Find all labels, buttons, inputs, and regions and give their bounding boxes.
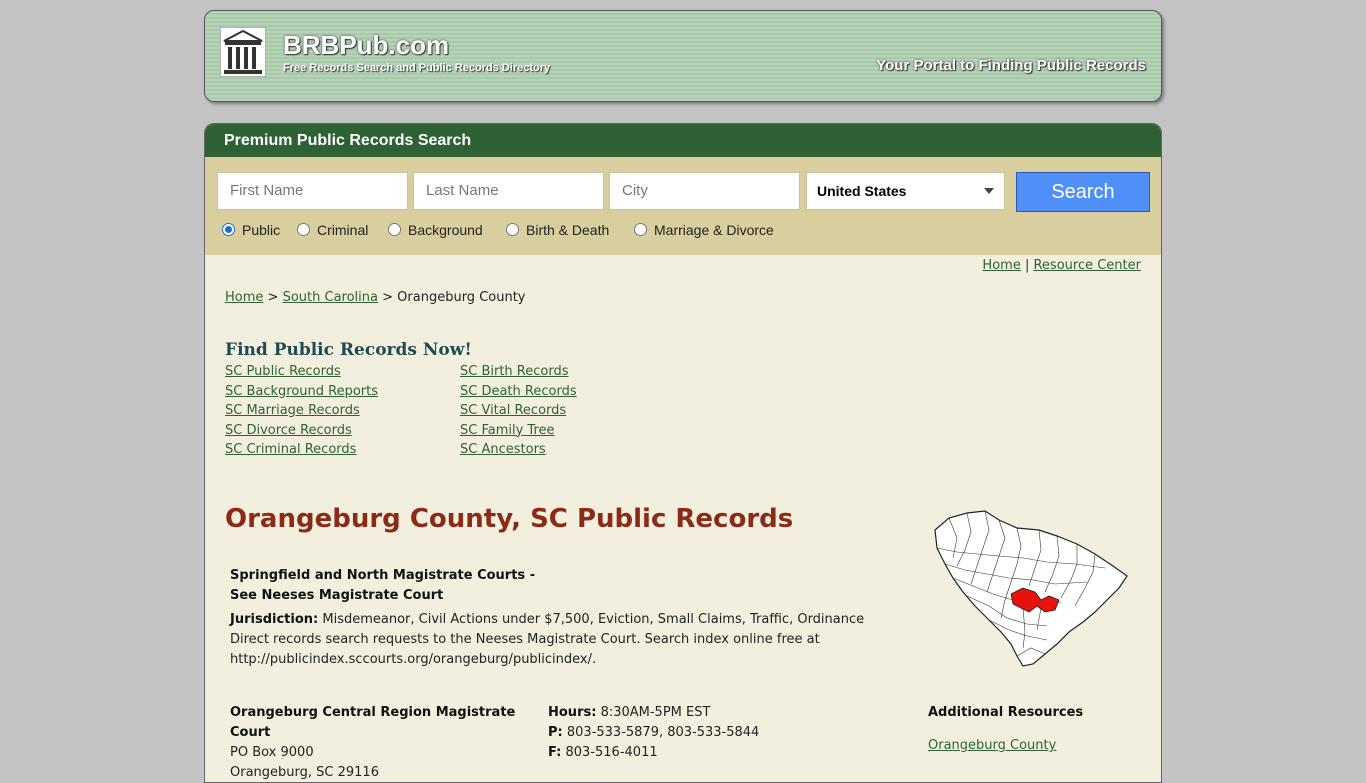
address-line: Orangeburg, SC 29116 [230,765,379,780]
record-link[interactable]: SC Birth Records [460,364,569,379]
search-form: First Name Last Name City United States … [205,157,1161,255]
jurisdiction-line: Jurisdiction: Misdemeanor, Civil Actions… [230,610,864,630]
resource-center-link[interactable]: Resource Center [1033,258,1141,273]
fax-value: 803-516-4011 [565,745,658,760]
main-panel: Premium Public Records Search First Name… [204,123,1162,783]
record-link[interactable]: SC Vital Records [460,403,566,418]
radio-label: Birth & Death [526,222,610,238]
breadcrumb: Home > South Carolina > Orangeburg Count… [225,290,526,305]
top-links: Home | Resource Center [982,258,1141,273]
south-carolina-map [934,510,1128,667]
court-note: Direct records search requests to the Ne… [230,632,820,647]
breadcrumb-separator: > [267,290,279,305]
radio-icon [634,223,647,236]
court-name: Springfield and North Magistrate Courts … [230,568,536,583]
radio-marriage-divorce[interactable]: Marriage & Divorce [634,222,774,238]
radio-selected-icon [222,223,235,236]
records-links-right: SC Birth Records SC Death Records SC Vit… [460,364,577,462]
record-link[interactable]: SC Marriage Records [225,403,360,418]
radio-label: Public [242,222,281,238]
court-name-cont: Court [230,725,271,740]
radio-label: Marriage & Divorce [654,222,774,238]
radio-icon [388,223,401,236]
jurisdiction-value: Misdemeanor, Civil Actions under $7,500,… [322,612,865,627]
court-entry-springfield: Springfield and North Magistrate Courts … [230,566,864,670]
court-name: Orangeburg Central Region Magistrate [230,705,516,720]
additional-resources: Additional Resources Orangeburg County [928,703,1083,756]
breadcrumb-home[interactable]: Home [225,290,263,305]
phone-value: 803-533-5879, 803-533-5844 [566,725,760,740]
radio-birth-death[interactable]: Birth & Death [506,222,609,238]
site-header: BRBPub.com Free Records Search and Publi… [204,10,1162,102]
search-heading: Premium Public Records Search [205,124,1161,157]
hours-label: Hours: [548,705,597,720]
record-link[interactable]: SC Ancestors [460,442,546,457]
radio-criminal[interactable]: Criminal [297,222,368,238]
court-name-cont: See Neeses Magistrate Court [230,588,444,603]
first-name-input[interactable]: First Name [217,172,408,210]
record-link[interactable]: SC Death Records [460,384,577,399]
jurisdiction-label: Jurisdiction: [230,612,319,627]
radio-label: Criminal [317,222,369,238]
records-links-left: SC Public Records SC Background Reports … [225,364,378,462]
chevron-down-icon [984,188,994,194]
additional-resources-title: Additional Resources [928,705,1084,720]
radio-icon [506,223,519,236]
breadcrumb-current: Orangeburg County [397,290,526,305]
county-title: Orangeburg County, SC Public Records [225,504,794,534]
court-note-url: http://publicindex.sccourts.org/orangebu… [230,652,597,667]
courthouse-logo-icon[interactable] [220,27,266,77]
site-tagline: Your Portal to Finding Public Records [876,57,1146,74]
record-link[interactable]: SC Family Tree [460,423,555,438]
phone-label: P: [548,725,563,740]
hours-value: 8:30AM-5PM EST [600,705,711,720]
state-outline [934,510,1128,667]
fax-label: F: [548,745,562,760]
record-link[interactable]: SC Criminal Records [225,442,356,457]
radio-background[interactable]: Background [388,222,483,238]
radio-icon [297,223,310,236]
court-entry-central: Orangeburg Central Region Magistrate Cou… [230,703,530,782]
orangeburg-county-link[interactable]: Orangeburg County [928,738,1056,753]
address-line: PO Box 9000 [230,745,314,760]
last-name-input[interactable]: Last Name [413,172,604,210]
link-separator: | [1024,258,1030,273]
site-subtitle: Free Records Search and Public Records D… [283,62,551,74]
court-contact: Hours: 8:30AM-5PM EST P: 803-533-5879, 8… [548,703,759,763]
country-select[interactable]: United States [806,172,1005,210]
search-button[interactable]: Search [1016,172,1150,212]
record-link[interactable]: SC Background Reports [225,384,378,399]
city-input[interactable]: City [609,172,800,210]
record-link[interactable]: SC Public Records [225,364,341,379]
radio-public[interactable]: Public [222,222,280,238]
country-select-value: United States [817,183,907,199]
home-link[interactable]: Home [982,258,1020,273]
breadcrumb-separator: > [382,290,394,305]
record-link[interactable]: SC Divorce Records [225,423,352,438]
radio-label: Background [408,222,483,238]
site-title[interactable]: BRBPub.com [283,30,449,61]
find-records-title: Find Public Records Now! [225,340,472,360]
breadcrumb-state[interactable]: South Carolina [283,290,378,305]
